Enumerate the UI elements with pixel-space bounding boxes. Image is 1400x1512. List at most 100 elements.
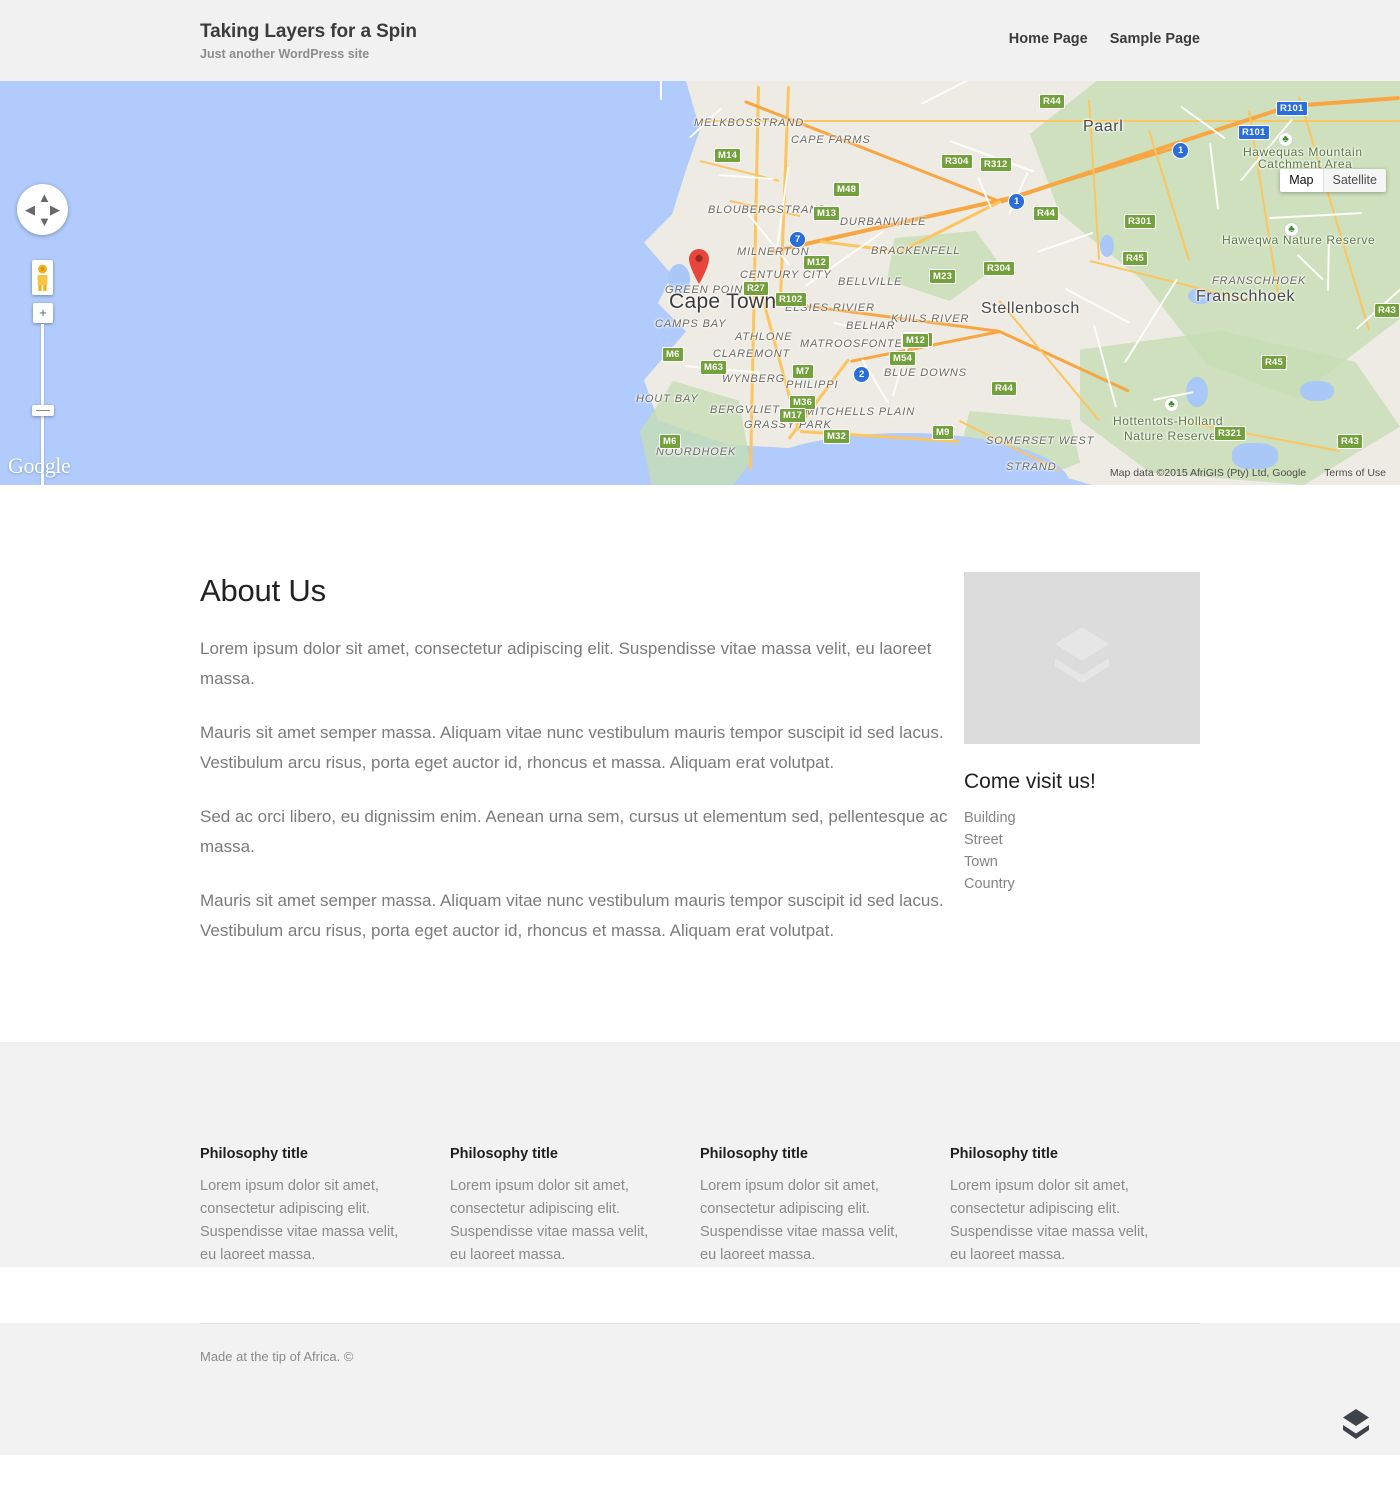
map-road-shield: R304 <box>941 154 973 169</box>
street-view-pegman-icon[interactable] <box>32 260 53 295</box>
map-label: CENTURY CITY <box>740 269 832 281</box>
map-label: HOUT BAY <box>636 393 699 405</box>
widget-title: Philosophy title <box>200 1146 308 1162</box>
map-label: KUILS RIVER <box>891 313 970 325</box>
map-type-satellite-button[interactable]: Satellite <box>1323 169 1386 192</box>
philosophy-widget: Philosophy title Lorem ipsum dolor sit a… <box>700 1144 950 1267</box>
map-road-shield: R44 <box>1033 206 1060 221</box>
map-road-shield: M13 <box>813 206 841 221</box>
google-logo: Google <box>8 453 71 478</box>
map-label: PHILIPPI <box>786 379 839 391</box>
map-zoom-in-button[interactable]: + <box>33 303 53 323</box>
map-label: BLUE DOWNS <box>884 367 967 379</box>
map-label: Stellenbosch <box>981 300 1080 317</box>
map-road-shield: M6 <box>659 434 681 449</box>
footer-widget-area: Philosophy title Lorem ipsum dolor sit a… <box>0 1042 1400 1267</box>
map-label: MATROOSFONTEIN <box>800 338 916 350</box>
widget-text: Lorem ipsum dolor sit amet, consectetur … <box>200 1178 399 1263</box>
map-road-shield: R44 <box>1039 94 1066 109</box>
map-road-shield: R304 <box>983 261 1015 276</box>
map-road-shield: R45 <box>1261 355 1288 370</box>
map-road-shield: R312 <box>980 157 1012 172</box>
map-road-shield: M9 <box>932 425 954 440</box>
site-title: Taking Layers for a Spin <box>200 21 417 42</box>
widget-title: Philosophy title <box>450 1146 558 1162</box>
pan-right-icon[interactable]: ▶ <box>50 203 60 216</box>
map-pan-control[interactable]: ▲ ▼ ◀ ▶ <box>17 184 68 235</box>
map-label: Franschhoek <box>1196 288 1296 305</box>
sidebar: Come visit us! Building Street Town Coun… <box>964 572 1200 946</box>
map-road-shield: M54 <box>889 351 917 366</box>
pan-up-icon[interactable]: ▲ <box>38 191 51 204</box>
map-attribution: Map data ©2015 AfriGIS (Pty) Ltd, Google… <box>1110 467 1386 479</box>
map-label: STRAND <box>1006 461 1057 473</box>
nav-link-home-page[interactable]: Home Page <box>1009 31 1088 47</box>
map-road-shield: M32 <box>823 429 851 444</box>
map-water-2 <box>1300 381 1334 401</box>
map-minor-road-0 <box>660 81 662 100</box>
map-label: Hottentots-Holland <box>1113 414 1224 428</box>
map-label: DURBANVILLE <box>840 216 927 228</box>
map-label: FRANSCHHOEK <box>1212 275 1307 287</box>
map-label: BELHAR <box>846 320 896 332</box>
map-label: MELKBOSSTRAND <box>694 117 805 129</box>
site-tagline: Just another WordPress site <box>200 47 370 61</box>
map-location-marker[interactable] <box>686 245 712 285</box>
map-road-shield: R45 <box>1122 251 1149 266</box>
map-label: MITCHELLS PLAIN <box>805 406 916 418</box>
map-label: BLOUBERGSTRAND <box>708 204 827 216</box>
main-content: About Us Lorem ipsum dolor sit amet, con… <box>0 485 1400 1042</box>
google-map[interactable]: ♣ ♣ ♣ MELKBOSSTRAND CAPE FARMS BLOUBERGSTRAND… <box>0 81 1400 485</box>
address-block: Building Street Town Country <box>964 807 1200 895</box>
map-type-control[interactable]: Map Satellite <box>1280 169 1386 192</box>
about-paragraph: Lorem ipsum dolor sit amet, consectetur … <box>200 639 932 688</box>
map-road-shield: M17 <box>779 408 807 423</box>
widget-title: Philosophy title <box>950 1146 1058 1162</box>
map-road-shield: M12 <box>902 333 930 348</box>
pan-left-icon[interactable]: ◀ <box>25 203 35 216</box>
about-section: About Us Lorem ipsum dolor sit amet, con… <box>200 572 960 946</box>
philosophy-widget: Philosophy title Lorem ipsum dolor sit a… <box>200 1144 450 1267</box>
map-water-4 <box>1100 235 1114 257</box>
map-label: CAMPS BAY <box>655 318 727 330</box>
map-road-shield: M14 <box>714 148 742 163</box>
widget-row: Philosophy title Lorem ipsum dolor sit a… <box>200 1144 1200 1267</box>
map-canvas[interactable]: ♣ ♣ ♣ MELKBOSSTRAND CAPE FARMS BLOUBERGSTRAND… <box>0 81 1400 485</box>
map-road-shield: M7 <box>792 364 814 379</box>
map-road-shield: M48 <box>833 182 861 197</box>
widget-text: Lorem ipsum dolor sit amet, consectetur … <box>950 1178 1149 1263</box>
pan-down-icon[interactable]: ▼ <box>38 215 51 228</box>
map-label: Paarl <box>1083 118 1124 135</box>
map-type-map-button[interactable]: Map <box>1280 169 1324 192</box>
site-header: Taking Layers for a Spin Just another Wo… <box>0 0 1400 81</box>
map-label: Haweqwa Nature Reserve <box>1222 233 1376 247</box>
widget-text: Lorem ipsum dolor sit amet, consectetur … <box>700 1178 899 1263</box>
address-line: Street <box>964 832 1003 848</box>
map-road-shield: R101 <box>1238 125 1270 140</box>
sidebar-image-placeholder <box>964 572 1200 744</box>
widget-text: Lorem ipsum dolor sit amet, consectetur … <box>450 1178 649 1263</box>
map-label: CLAREMONT <box>713 348 791 360</box>
philosophy-widget: Philosophy title Lorem ipsum dolor sit a… <box>450 1144 700 1267</box>
map-zoom-slider-thumb[interactable] <box>32 405 54 416</box>
map-road-shield: R27 <box>743 281 770 296</box>
pegman-glyph <box>37 264 48 291</box>
layers-logo[interactable] <box>1338 1408 1374 1441</box>
nav-link-sample-page[interactable]: Sample Page <box>1110 31 1200 47</box>
address-line: Town <box>964 854 998 870</box>
map-road-shield: R301 <box>1124 214 1156 229</box>
map-label: BELLVILLE <box>838 276 903 288</box>
philosophy-widget: Philosophy title Lorem ipsum dolor sit a… <box>950 1144 1200 1267</box>
map-road-shield: R102 <box>775 292 807 307</box>
terms-of-use-link[interactable]: Terms of Use <box>1324 467 1386 479</box>
map-road-shield: R321 <box>1214 426 1246 441</box>
map-road-shield: M12 <box>803 255 831 270</box>
map-road-shield: M63 <box>700 360 728 375</box>
colophon-text: Made at the tip of Africa. © <box>200 1349 354 1364</box>
map-road-shield: R101 <box>1276 101 1308 116</box>
map-road-shield: R44 <box>991 381 1018 396</box>
widget-title: Philosophy title <box>700 1146 808 1162</box>
map-label: SOMERSET WEST <box>986 435 1095 447</box>
map-water-1 <box>1232 443 1278 469</box>
about-paragraph: Sed ac orci libero, eu dignissim enim. A… <box>200 807 948 856</box>
